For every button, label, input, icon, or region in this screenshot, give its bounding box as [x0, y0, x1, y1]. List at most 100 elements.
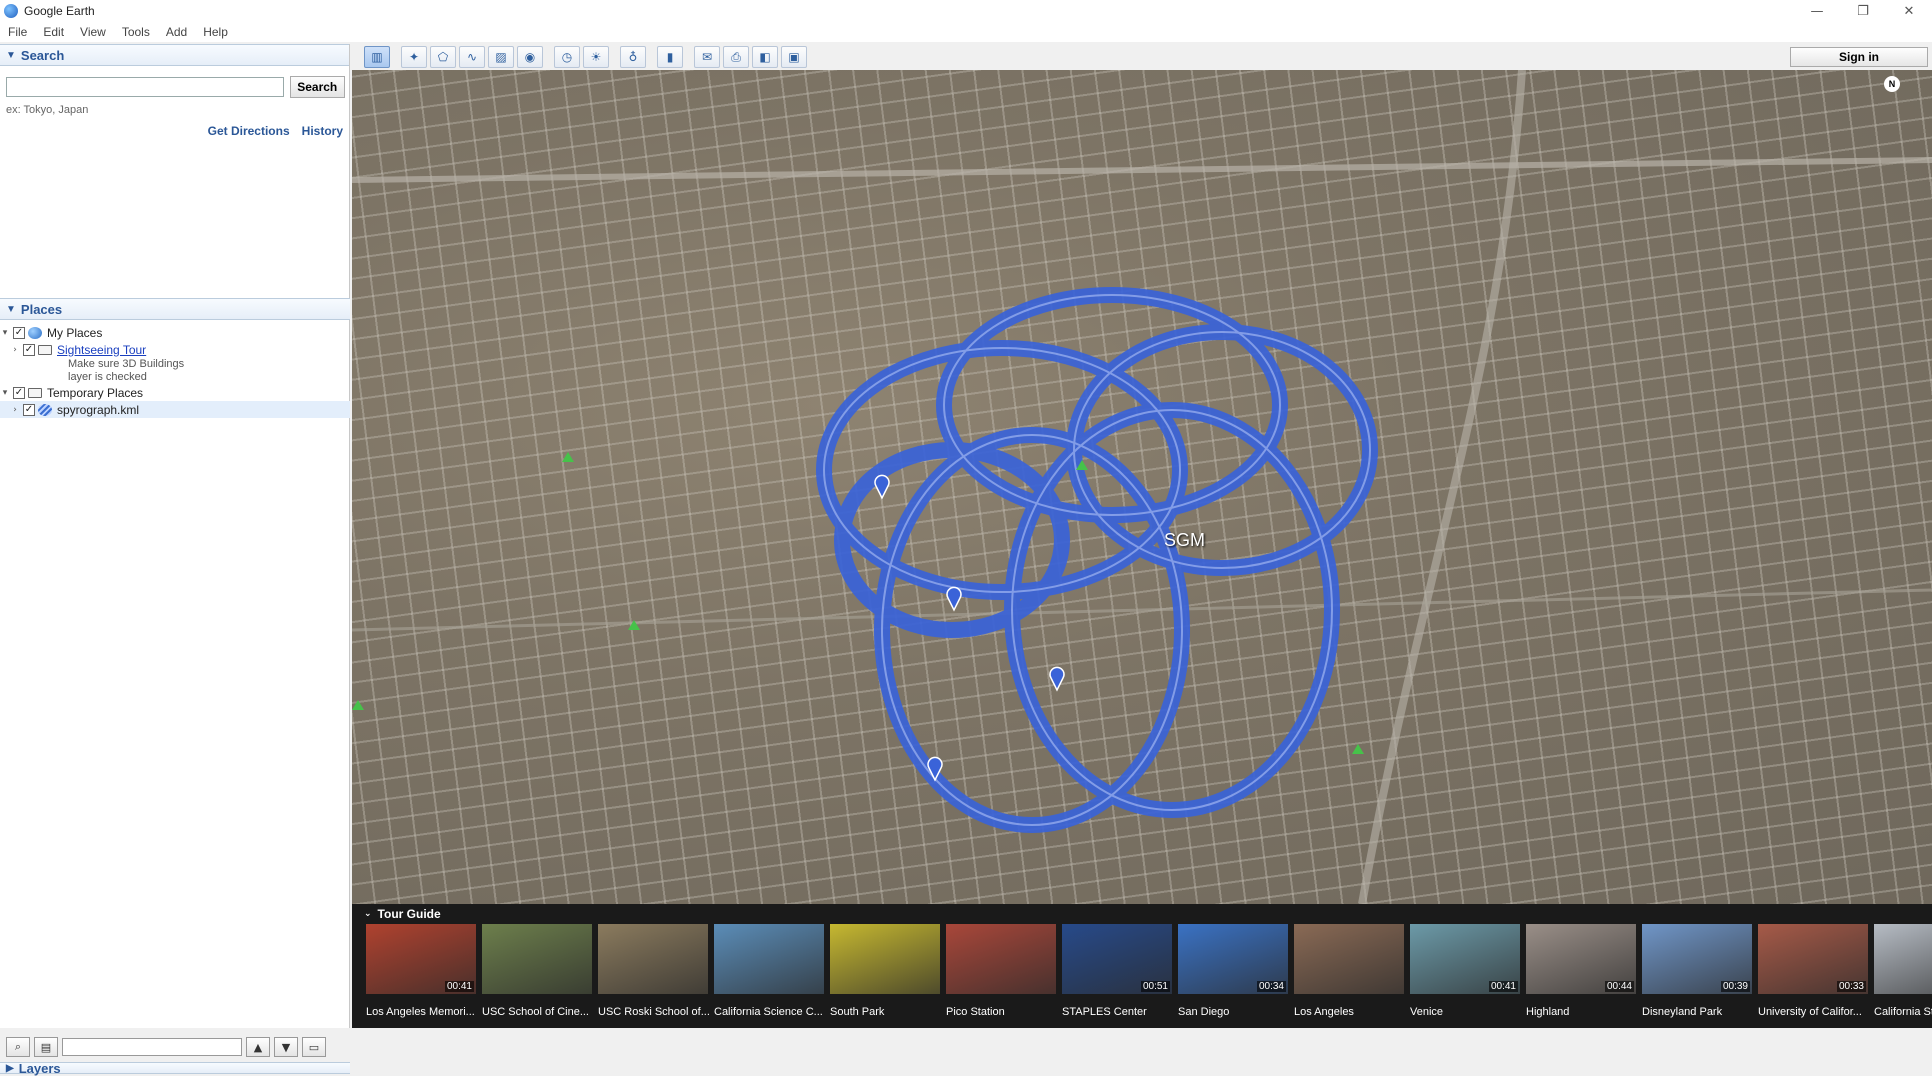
tour-thumbnail[interactable]: 00:33: [1758, 924, 1868, 994]
view-in-maps-icon[interactable]: ◧: [752, 46, 778, 68]
save-image-icon[interactable]: ▣: [781, 46, 807, 68]
tour-card[interactable]: 00:41 Venice: [1410, 924, 1522, 1018]
tour-thumbnail[interactable]: [1294, 924, 1404, 994]
menu-file[interactable]: File: [0, 25, 35, 39]
menu-edit[interactable]: Edit: [35, 25, 72, 39]
tour-card[interactable]: Los Angeles: [1294, 924, 1406, 1018]
expand-arrow-icon[interactable]: ▾: [0, 388, 10, 398]
checkbox-checked-icon[interactable]: ✓: [13, 326, 25, 339]
expand-arrow-icon[interactable]: ›: [10, 345, 20, 355]
minimize-button[interactable]: —: [1794, 0, 1840, 22]
expand-triangle-icon: ▶: [6, 1062, 14, 1074]
expand-arrow-icon[interactable]: ▾: [0, 328, 10, 338]
places-filter-input[interactable]: [62, 1038, 242, 1056]
move-up-icon[interactable]: ▲: [246, 1037, 270, 1057]
tour-card[interactable]: 00:39 Disneyland Park: [1642, 924, 1754, 1018]
record-tour-icon[interactable]: ◉: [517, 46, 543, 68]
email-icon[interactable]: ✉: [694, 46, 720, 68]
tree-item-link[interactable]: Sightseeing Tour: [57, 343, 146, 357]
tour-card[interactable]: 00:41 Los Angeles Memori...: [366, 924, 478, 1018]
sidebar-toggle-icon[interactable]: ▥: [364, 46, 390, 68]
tour-title: South Park: [830, 1006, 885, 1018]
park-icon: [1352, 744, 1364, 754]
tour-thumbnail[interactable]: [1874, 924, 1932, 994]
tour-thumbnail[interactable]: [482, 924, 592, 994]
tour-title: STAPLES Center: [1062, 1006, 1147, 1018]
tour-guide-panel: ⌄ Tour Guide 00:41 Los Angeles Memori... U…: [352, 904, 1932, 1028]
search-button[interactable]: Search: [289, 76, 345, 98]
search-input[interactable]: [6, 77, 284, 97]
map-place-label: SGM: [1164, 530, 1206, 550]
checkbox-checked-icon[interactable]: ✓: [23, 403, 35, 416]
restore-button[interactable]: ❐: [1840, 0, 1886, 22]
placemark-pin-icon: [946, 586, 962, 612]
history-link[interactable]: History: [302, 124, 343, 138]
add-path-icon[interactable]: ∿: [459, 46, 485, 68]
tour-card[interactable]: Pico Station: [946, 924, 1058, 1018]
move-down-icon[interactable]: ▼: [274, 1037, 298, 1057]
tree-item-sightseeing-tour[interactable]: › ✓ Sightseeing Tour: [0, 341, 350, 358]
tour-thumbnail[interactable]: [830, 924, 940, 994]
folder-options-icon[interactable]: ▭: [302, 1037, 326, 1057]
tour-thumbnail[interactable]: 00:51: [1062, 924, 1172, 994]
tour-title: Pico Station: [946, 1006, 1005, 1018]
ruler-icon[interactable]: ▮: [657, 46, 683, 68]
tree-item-my-places[interactable]: ▾ ✓ My Places: [0, 324, 350, 341]
map-view[interactable]: N SGM: [352, 70, 1932, 904]
panel-toggle-icon[interactable]: ▤: [34, 1037, 58, 1057]
add-polygon-icon[interactable]: ⬠: [430, 46, 456, 68]
search-panel-header[interactable]: ▼ Search: [0, 44, 349, 66]
places-tree: ▾ ✓ My Places › ✓ Sightseeing Tour Make …: [0, 324, 350, 418]
tour-thumbnail[interactable]: 00:41: [1410, 924, 1520, 994]
checkbox-checked-icon[interactable]: ✓: [23, 343, 35, 356]
park-icon: [562, 452, 574, 462]
tour-card[interactable]: 00:44 Highland: [1526, 924, 1638, 1018]
compass-icon[interactable]: N: [1884, 76, 1900, 92]
menu-tools[interactable]: Tools: [114, 25, 158, 39]
search-places-icon[interactable]: ⌕: [6, 1037, 30, 1057]
tree-item-spyrograph-kml[interactable]: › ✓ spyrograph.kml: [0, 401, 350, 418]
tree-item-temporary-places[interactable]: ▾ ✓ Temporary Places: [0, 384, 350, 401]
tour-card[interactable]: 00:51 STAPLES Center: [1062, 924, 1174, 1018]
tour-guide-title: Tour Guide: [377, 907, 441, 921]
search-example-text: ex: Tokyo, Japan: [6, 104, 89, 116]
tour-thumbnail[interactable]: 00:41: [366, 924, 476, 994]
expand-arrow-icon[interactable]: ›: [10, 405, 20, 415]
tour-card[interactable]: USC Roski School of...: [598, 924, 710, 1018]
left-panel: ▼ Search Search ex: Tokyo, Japan Get Dir…: [0, 44, 350, 1076]
menu-add[interactable]: Add: [158, 25, 195, 39]
checkbox-checked-icon[interactable]: ✓: [13, 386, 25, 399]
tour-card[interactable]: South Park: [830, 924, 942, 1018]
placemark-pin-icon: [1049, 666, 1065, 692]
tour-thumbnail[interactable]: [598, 924, 708, 994]
sign-in-button[interactable]: Sign in: [1790, 47, 1928, 67]
get-directions-link[interactable]: Get Directions: [208, 124, 290, 138]
close-button[interactable]: ✕: [1886, 0, 1932, 22]
tour-thumbnail[interactable]: 00:44: [1526, 924, 1636, 994]
tour-card[interactable]: 00:33 University of Califor...: [1758, 924, 1870, 1018]
tour-card[interactable]: 00:34 San Diego: [1178, 924, 1290, 1018]
print-icon[interactable]: ⎙: [723, 46, 749, 68]
collapse-triangle-icon: ▼: [6, 303, 16, 315]
tour-thumbnail[interactable]: [714, 924, 824, 994]
tour-card[interactable]: USC School of Cine...: [482, 924, 594, 1018]
sunlight-icon[interactable]: ☀: [583, 46, 609, 68]
tour-title: Disneyland Park: [1642, 1006, 1723, 1018]
switch-planet-icon[interactable]: ♁: [620, 46, 646, 68]
historical-imagery-icon[interactable]: ◷: [554, 46, 580, 68]
menu-view[interactable]: View: [72, 25, 114, 39]
add-placemark-icon[interactable]: ✦: [401, 46, 427, 68]
description-line: Make sure 3D Buildings: [68, 358, 185, 370]
places-panel-header[interactable]: ▼ Places: [0, 298, 350, 320]
search-row: Search: [6, 76, 345, 98]
tour-card[interactable]: California Science C...: [714, 924, 826, 1018]
menu-help[interactable]: Help: [195, 25, 236, 39]
tour-guide-header[interactable]: ⌄ Tour Guide: [352, 904, 1932, 924]
tour-thumbnail[interactable]: 00:34: [1178, 924, 1288, 994]
tour-thumbnail[interactable]: 00:39: [1642, 924, 1752, 994]
add-image-overlay-icon[interactable]: ▨: [488, 46, 514, 68]
folder-icon: [28, 387, 42, 398]
tour-card[interactable]: California Sta: [1874, 924, 1932, 1018]
tour-thumbnail[interactable]: [946, 924, 1056, 994]
layers-panel-header[interactable]: ▶ Layers: [0, 1061, 350, 1076]
